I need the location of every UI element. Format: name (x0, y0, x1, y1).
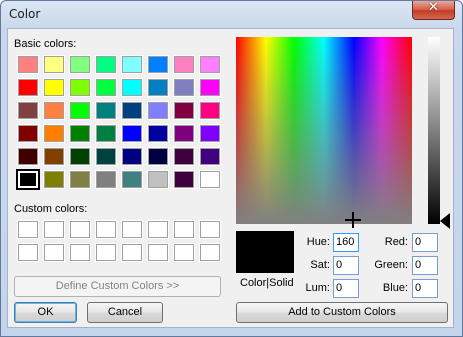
basic-color-swatch[interactable] (121, 124, 143, 143)
basic-color-swatch[interactable] (173, 101, 195, 120)
basic-color-swatch[interactable] (16, 169, 40, 190)
close-icon: ✕ (428, 0, 439, 15)
basic-color-swatch[interactable] (43, 170, 65, 189)
custom-color-swatch[interactable] (121, 243, 143, 262)
basic-color-swatch[interactable] (147, 78, 169, 97)
basic-color-swatch[interactable] (173, 147, 195, 166)
basic-color-swatch[interactable] (199, 101, 221, 120)
basic-colors-label: Basic colors: (14, 38, 77, 50)
basic-color-swatch[interactable] (95, 170, 117, 189)
cancel-button[interactable]: Cancel (87, 302, 163, 323)
basic-color-swatch[interactable] (121, 170, 143, 189)
luminance-bar[interactable] (428, 37, 440, 224)
hue-label: Hue: (306, 236, 330, 248)
custom-color-swatch[interactable] (69, 243, 91, 262)
custom-colors-label: Custom colors: (14, 203, 88, 215)
hue-field[interactable]: 160 (333, 233, 359, 252)
basic-color-swatch[interactable] (69, 101, 91, 120)
basic-color-swatch[interactable] (199, 147, 221, 166)
custom-color-swatch[interactable] (95, 220, 117, 239)
custom-color-swatch[interactable] (199, 220, 221, 239)
basic-color-swatch[interactable] (121, 147, 143, 166)
define-custom-colors-button[interactable]: Define Custom Colors >> (14, 276, 221, 297)
lum-label: Lum: (305, 282, 330, 294)
lum-field[interactable]: 0 (333, 279, 359, 298)
custom-color-swatch[interactable] (17, 243, 39, 262)
basic-color-swatch[interactable] (69, 55, 91, 74)
basic-color-swatch[interactable] (147, 55, 169, 74)
basic-color-swatch[interactable] (69, 170, 91, 189)
red-label: Red: (384, 236, 408, 248)
sat-label: Sat: (310, 259, 330, 271)
basic-color-swatch[interactable] (43, 78, 65, 97)
custom-color-swatch[interactable] (43, 243, 65, 262)
basic-color-swatch[interactable] (43, 147, 65, 166)
add-to-custom-colors-button[interactable]: Add to Custom Colors (236, 302, 448, 323)
basic-color-swatch[interactable] (121, 101, 143, 120)
basic-color-swatch[interactable] (43, 101, 65, 120)
basic-color-swatch[interactable] (199, 78, 221, 97)
blue-field[interactable]: 0 (412, 279, 438, 298)
basic-color-swatch[interactable] (69, 147, 91, 166)
basic-color-swatch[interactable] (69, 124, 91, 143)
custom-color-swatch[interactable] (121, 220, 143, 239)
custom-color-swatch[interactable] (199, 243, 221, 262)
basic-color-swatch[interactable] (173, 124, 195, 143)
basic-color-swatch[interactable] (173, 170, 195, 189)
basic-color-swatch[interactable] (147, 170, 169, 189)
basic-color-swatch[interactable] (17, 124, 39, 143)
basic-color-swatch[interactable] (173, 78, 195, 97)
basic-color-swatch[interactable] (121, 55, 143, 74)
color-spectrum[interactable] (236, 37, 412, 224)
basic-color-swatch[interactable] (199, 170, 221, 189)
basic-color-swatch[interactable] (43, 124, 65, 143)
dialog-title: Color (9, 7, 41, 21)
basic-color-swatch[interactable] (17, 78, 39, 97)
basic-color-swatch[interactable] (95, 147, 117, 166)
basic-color-swatch[interactable] (95, 124, 117, 143)
basic-color-swatch[interactable] (199, 55, 221, 74)
title-bar: Color ✕ (1, 1, 462, 29)
basic-color-swatch[interactable] (17, 55, 39, 74)
basic-color-swatch[interactable] (69, 78, 91, 97)
basic-color-swatch[interactable] (199, 124, 221, 143)
custom-color-swatch[interactable] (173, 220, 195, 239)
custom-color-swatch[interactable] (147, 243, 169, 262)
green-field[interactable]: 0 (412, 256, 438, 275)
custom-color-swatch[interactable] (95, 243, 117, 262)
basic-color-swatch[interactable] (95, 78, 117, 97)
close-button[interactable]: ✕ (412, 1, 455, 20)
custom-color-swatch[interactable] (17, 220, 39, 239)
basic-color-swatch[interactable] (147, 124, 169, 143)
basic-color-swatch[interactable] (147, 147, 169, 166)
ok-button[interactable]: OK (14, 302, 77, 323)
red-field[interactable]: 0 (412, 233, 438, 252)
basic-color-swatch[interactable] (17, 101, 39, 120)
sat-field[interactable]: 0 (333, 256, 359, 275)
basic-color-swatch[interactable] (95, 101, 117, 120)
basic-color-swatch[interactable] (17, 147, 39, 166)
basic-color-swatch[interactable] (95, 55, 117, 74)
green-label: Green: (374, 259, 408, 271)
basic-color-swatch[interactable] (43, 55, 65, 74)
basic-color-swatch[interactable] (173, 55, 195, 74)
color-preview (236, 231, 294, 273)
blue-label: Blue: (382, 282, 408, 294)
custom-color-swatch[interactable] (43, 220, 65, 239)
luminance-arrow-icon[interactable] (440, 213, 450, 229)
basic-color-swatch[interactable] (147, 101, 169, 120)
custom-color-swatch[interactable] (69, 220, 91, 239)
custom-color-swatch[interactable] (173, 243, 195, 262)
custom-color-swatch[interactable] (147, 220, 169, 239)
crosshair-icon[interactable] (345, 212, 361, 228)
color-solid-label: Color|Solid (240, 277, 294, 289)
basic-color-swatch[interactable] (121, 78, 143, 97)
